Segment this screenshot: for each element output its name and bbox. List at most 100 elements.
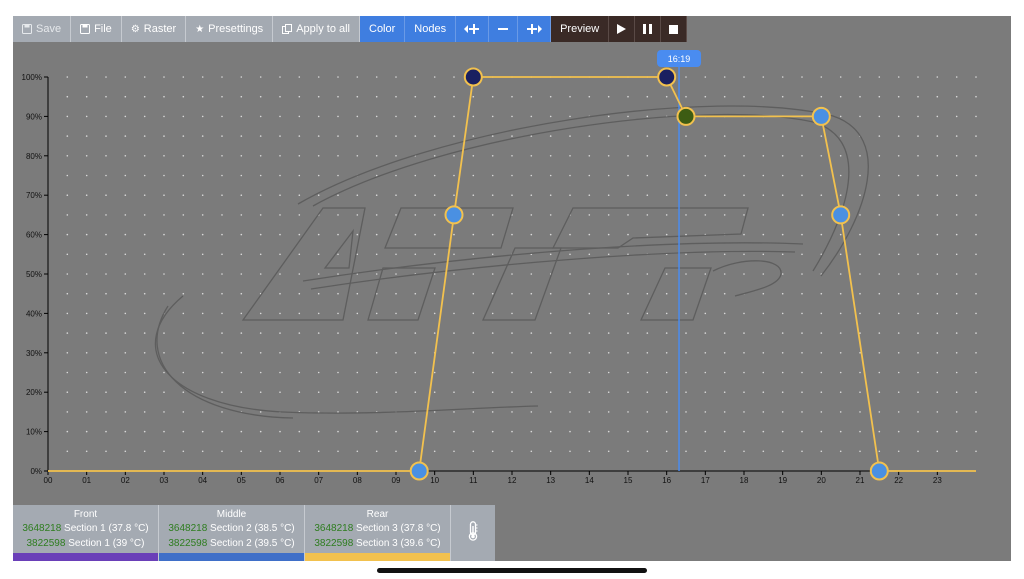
- grid-dot: [453, 115, 455, 118]
- grid-dot: [820, 155, 823, 157]
- grid-dot: [607, 312, 610, 315]
- apply-to-all-button[interactable]: Apply to all: [273, 16, 360, 42]
- grid-dot: [85, 155, 88, 157]
- grid-dot: [723, 174, 726, 177]
- grid-dot: [936, 135, 939, 137]
- sensor-reading: Section 2 (39.5 °C): [210, 538, 295, 549]
- grid-dot: [279, 273, 281, 275]
- grid-dot: [955, 352, 958, 354]
- grid-dot: [897, 312, 900, 315]
- section-front[interactable]: Front 3648218 Section 1 (37.8 °C) 382259…: [13, 505, 159, 561]
- grid-dot: [279, 95, 281, 98]
- thermometer-button[interactable]: [451, 505, 495, 561]
- x-tick-label: 08: [353, 476, 362, 485]
- raster-button[interactable]: ⚙ Raster: [121, 16, 187, 42]
- grid-dot: [143, 332, 146, 334]
- grid-dot: [975, 194, 977, 196]
- grid-dot: [66, 95, 69, 98]
- grid-dot: [897, 76, 900, 78]
- grid-dot: [472, 332, 475, 334]
- curve-node[interactable]: [657, 67, 677, 87]
- grid-dot: [607, 115, 610, 118]
- grid-dot: [221, 95, 223, 98]
- current-time-label: 16:19: [668, 54, 691, 64]
- grid-dot: [356, 214, 359, 216]
- x-tick-label: 12: [508, 476, 517, 485]
- grid-dot: [259, 273, 262, 275]
- color-button[interactable]: Color: [360, 16, 406, 42]
- curve-node[interactable]: [831, 205, 851, 225]
- grid-dot: [472, 233, 475, 236]
- curve-node[interactable]: [869, 461, 889, 481]
- grid-dot: [723, 155, 726, 157]
- grid-dot: [549, 332, 552, 334]
- grid-dot: [549, 391, 552, 394]
- grid-dot: [704, 292, 707, 295]
- pause-button[interactable]: [635, 16, 662, 42]
- grid-dot: [530, 95, 533, 98]
- add-node-left-button[interactable]: [456, 16, 490, 42]
- grid-dot: [549, 95, 552, 98]
- grid-dot: [414, 371, 417, 374]
- grid-dot: [781, 135, 784, 137]
- grid-dot: [917, 194, 919, 196]
- grid-dot: [279, 371, 281, 374]
- save-label: Save: [36, 23, 62, 35]
- save-button[interactable]: Save: [13, 16, 72, 42]
- grid-dot: [897, 430, 900, 433]
- grid-dot: [878, 450, 881, 453]
- grid-dot: [917, 95, 919, 98]
- remove-node-button[interactable]: [489, 16, 519, 42]
- grid-dot: [897, 371, 900, 374]
- grid-dot: [897, 332, 900, 334]
- curve-node[interactable]: [444, 205, 464, 225]
- curve-node[interactable]: [409, 461, 429, 481]
- curve-node[interactable]: [463, 67, 483, 87]
- add-node-right-button[interactable]: [518, 16, 552, 42]
- grid-dot: [375, 273, 378, 275]
- grid-dot: [685, 312, 687, 315]
- grid-dot: [124, 233, 127, 236]
- grid-dot: [240, 115, 243, 118]
- grid-dot: [143, 233, 146, 236]
- grid-dot: [975, 411, 977, 413]
- grid-dot: [723, 135, 726, 137]
- presettings-button[interactable]: ★ Presettings: [186, 16, 274, 42]
- grid-dot: [955, 194, 958, 196]
- preview-button[interactable]: Preview: [551, 16, 610, 42]
- grid-dot: [569, 155, 571, 157]
- curve-nodes[interactable]: [409, 67, 889, 481]
- grid-dot: [936, 273, 939, 275]
- grid-dot: [279, 332, 281, 334]
- stop-button[interactable]: [661, 16, 688, 42]
- nodes-button[interactable]: Nodes: [405, 16, 457, 42]
- section-rear[interactable]: Rear 3648218 Section 3 (37.8 °C) 3822598…: [305, 505, 451, 561]
- curve-node[interactable]: [811, 106, 831, 126]
- grid-dot: [259, 76, 262, 78]
- grid-dot: [511, 273, 513, 275]
- play-button[interactable]: [609, 16, 636, 42]
- file-button[interactable]: File: [71, 16, 122, 42]
- grid-dot: [569, 135, 571, 137]
- grid-dot: [975, 135, 977, 137]
- grid-dot: [917, 155, 919, 157]
- grid-dot: [878, 430, 881, 433]
- grid-dot: [298, 115, 301, 118]
- grid-dot: [549, 312, 552, 315]
- grid-dot: [124, 273, 127, 275]
- grid-dot: [859, 312, 861, 315]
- grid-dot: [839, 430, 842, 433]
- grid-dot: [955, 312, 958, 315]
- curve-node[interactable]: [676, 106, 696, 126]
- grid-dot: [85, 292, 88, 295]
- grid-dot: [395, 332, 397, 334]
- grid-dot: [530, 115, 533, 118]
- grid-dot: [317, 371, 320, 374]
- grid-dot: [433, 430, 436, 433]
- grid-dot: [569, 253, 571, 256]
- grid-dot: [356, 312, 359, 315]
- grid-dot: [607, 371, 610, 374]
- timeline-chart[interactable]: 0% 10% 20% 30% 40% 50% 60% 70% 80% 90% 100% 00 01 02 0…: [13, 16, 1011, 505]
- grid-dot: [878, 332, 881, 334]
- section-middle[interactable]: Middle 3648218 Section 2 (38.5 °C) 38225…: [159, 505, 305, 561]
